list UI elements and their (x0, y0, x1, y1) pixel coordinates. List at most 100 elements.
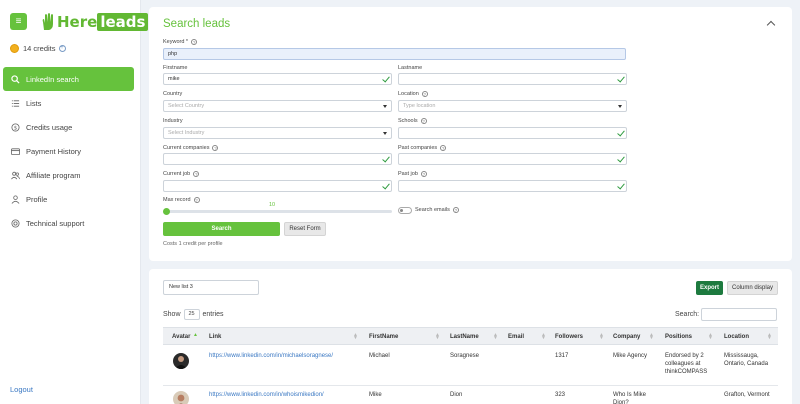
help-icon[interactable]: ? (193, 171, 200, 177)
logout-link[interactable]: Logout (10, 385, 33, 394)
table-search-input[interactable] (701, 308, 777, 321)
schools-label: Schools? (398, 118, 427, 124)
help-icon[interactable]: ? (421, 91, 428, 97)
valid-check-icon (617, 181, 625, 190)
current-companies-input[interactable] (163, 153, 392, 165)
search-emails-toggle[interactable] (398, 207, 412, 214)
sort-icon[interactable]: ▲ ▼ (493, 333, 498, 341)
help-icon[interactable]: ? (193, 197, 200, 203)
logo[interactable]: Here leads (41, 11, 149, 33)
max-record-slider[interactable] (163, 208, 392, 215)
entries-label: entries (202, 311, 224, 318)
sidebar-item-linkedin-search[interactable]: LinkedIn search (3, 67, 134, 91)
cell-followers: 1317 (555, 353, 569, 359)
firstname-input[interactable]: mike (163, 73, 392, 85)
column-header-link[interactable]: Link (209, 328, 221, 346)
add-credits-icon[interactable]: + (58, 45, 66, 52)
location-select[interactable]: Type location (398, 100, 627, 112)
firstname-value: mike (168, 76, 180, 82)
column-header-avatar[interactable]: Avatar (172, 328, 190, 346)
country-select[interactable]: Select Country (163, 100, 392, 112)
lastname-input[interactable] (398, 73, 627, 85)
valid-check-icon (382, 74, 390, 83)
max-record-label-text: Max record (163, 197, 191, 203)
valid-check-icon (382, 154, 390, 163)
credits-label: 14 credits (23, 44, 56, 53)
past-companies-label: Past companies? (398, 145, 447, 151)
page-length-select[interactable]: 25 (183, 309, 200, 320)
sidebar-item-payment-history[interactable]: Payment History (3, 139, 134, 163)
help-icon[interactable]: ? (420, 171, 427, 177)
list-name-input[interactable]: New list 3 (163, 280, 259, 295)
max-record-value: 10 (269, 202, 276, 208)
search-button[interactable]: Search (163, 222, 280, 236)
dollar-icon: $ (11, 122, 20, 132)
max-record-label: Max record? (163, 197, 200, 203)
sort-icon[interactable]: ▲ ▼ (541, 333, 546, 341)
sort-icon[interactable]: ▲ ▼ (599, 333, 604, 341)
table-search-label: Search: (675, 311, 700, 318)
sort-icon[interactable]: ▲ ▼ (708, 333, 713, 341)
column-display-button[interactable]: Column display (727, 281, 778, 295)
schools-input[interactable] (398, 127, 627, 139)
column-header-positions[interactable]: Positions (665, 328, 692, 346)
dropdown-caret-icon (618, 105, 622, 108)
past-job-input[interactable] (398, 180, 627, 192)
help-icon[interactable]: ? (420, 118, 427, 124)
sort-icon[interactable]: ▲ ▼ (649, 333, 654, 341)
credits-indicator: 14 credits + (10, 44, 66, 53)
sort-icon[interactable]: ▲ ▼ (435, 333, 440, 341)
results-card: New list 3 Export Column display Show 25… (149, 269, 792, 404)
sort-icon[interactable]: ▲ ▼ (353, 333, 358, 341)
sidebar: ≡ Here leads 14 credits + LinkedIn search… (0, 0, 149, 404)
sidebar-item-technical-support[interactable]: Technical support (3, 211, 134, 235)
column-header-company[interactable]: Company (613, 328, 640, 346)
cell-lastname: Dion (450, 392, 463, 398)
profile-link[interactable]: https://www.linkedin.com/in/whoismikedio… (209, 391, 324, 399)
location-label: Location? (398, 91, 428, 97)
sidebar-nav: LinkedIn search Lists $ Credits usage Pa… (3, 67, 134, 235)
keyword-label: Keyword *? (163, 39, 198, 45)
help-icon[interactable]: ? (191, 39, 198, 45)
sidebar-item-profile[interactable]: Profile (3, 187, 134, 211)
industry-select[interactable]: Select Industry (163, 127, 392, 139)
export-button[interactable]: Export (696, 281, 723, 295)
past-job-label: Past job? (398, 171, 427, 177)
column-header-location[interactable]: Location (724, 328, 749, 346)
current-job-input[interactable] (163, 180, 392, 192)
cell-company: Mike Agency (613, 353, 648, 359)
past-companies-input[interactable] (398, 153, 627, 165)
logo-text-here: Here (57, 13, 98, 31)
reset-form-button[interactable]: Reset Form (284, 222, 326, 236)
coin-icon (10, 44, 19, 53)
cell-company: Who Is Mike Dion? (613, 392, 647, 404)
slider-handle[interactable] (163, 208, 170, 215)
sort-asc-icon[interactable]: ▲ (193, 333, 198, 338)
hamburger-menu-button[interactable]: ≡ (10, 13, 27, 30)
sidebar-item-affiliate-program[interactable]: Affiliate program (3, 163, 134, 187)
keyword-input[interactable]: php (163, 48, 626, 60)
sidebar-item-lists[interactable]: Lists (3, 91, 134, 115)
collapse-chevron-icon[interactable] (766, 20, 776, 30)
avatar-photo-icon (175, 356, 187, 369)
help-icon[interactable]: ? (440, 145, 447, 151)
table-header: Avatar ▲ Link ▲ ▼ FirstName ▲ ▼ LastName ▲… (163, 327, 778, 345)
valid-check-icon (617, 74, 625, 83)
help-icon[interactable]: ? (452, 207, 459, 213)
help-icon[interactable]: ? (212, 145, 219, 151)
show-label: Show (163, 311, 181, 318)
industry-label: Industry (163, 118, 183, 124)
avatar-photo-icon (177, 394, 185, 404)
column-header-firstname[interactable]: FirstName (369, 328, 398, 346)
column-header-followers[interactable]: Followers (555, 328, 583, 346)
cell-lastname: Soragnese (450, 353, 480, 359)
column-header-email[interactable]: Email (508, 328, 524, 346)
sidebar-item-credits-usage[interactable]: $ Credits usage (3, 115, 134, 139)
current-job-label-text: Current job (163, 171, 191, 177)
avatar (173, 391, 189, 404)
keyword-label-text: Keyword * (163, 39, 189, 45)
sort-icon[interactable]: ▲ ▼ (767, 333, 772, 341)
profile-link[interactable]: https://www.linkedin.com/in/michaelsorag… (209, 352, 333, 360)
past-job-label-text: Past job (398, 171, 418, 177)
column-header-lastname[interactable]: LastName (450, 328, 479, 346)
